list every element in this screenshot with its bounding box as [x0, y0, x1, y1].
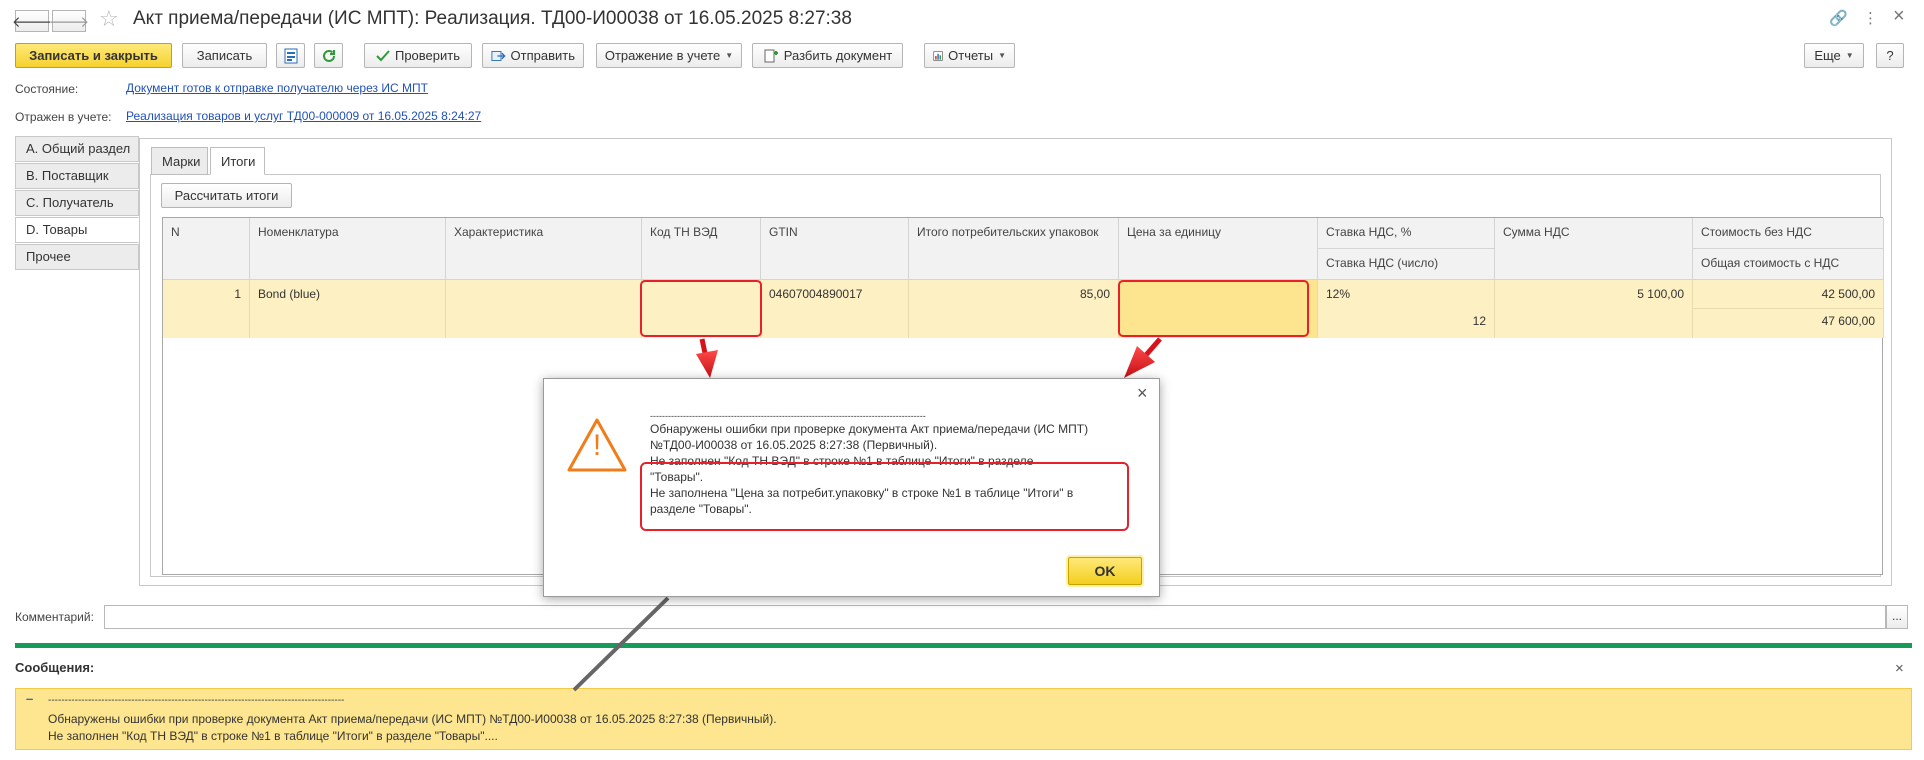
dialog-line-2: №ТД00-И00038 от 16.05.2025 8:27:38 (Перв…: [650, 438, 938, 452]
errors-highlight-box: [640, 462, 1129, 531]
arrow-to-dialog-right: [1124, 337, 1162, 378]
dialog-line-1: Обнаружены ошибки при проверке документа…: [650, 422, 1089, 436]
arrow-to-dialog-left: [696, 338, 718, 378]
warning-mark: !: [592, 429, 602, 462]
ok-button[interactable]: OK: [1068, 557, 1142, 585]
connector-line: [572, 596, 670, 692]
error-dialog: × ! ------------------------------------…: [543, 378, 1160, 597]
close-dialog-icon[interactable]: ×: [1137, 383, 1148, 404]
